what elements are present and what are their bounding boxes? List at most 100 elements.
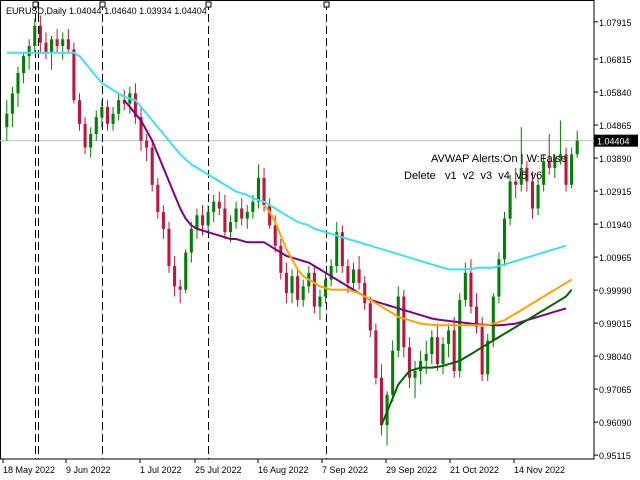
- candle-body: [173, 266, 177, 287]
- candle-body: [44, 42, 48, 53]
- candle-body: [279, 245, 283, 273]
- candle-body: [357, 269, 361, 283]
- candle-body: [89, 134, 93, 148]
- y-tick-label: 1.00965: [599, 253, 632, 263]
- candle-body: [296, 276, 300, 300]
- vwap-line-orange: [263, 204, 573, 327]
- candle-body: [284, 272, 288, 294]
- candle-body: [195, 215, 199, 229]
- candle-body: [55, 39, 59, 47]
- candle-body: [570, 154, 574, 185]
- x-tick-label: 7 Sep 2022: [322, 465, 368, 475]
- x-tick-label: 14 Nov 2022: [514, 465, 565, 475]
- candle-body: [273, 225, 277, 246]
- candle-body: [368, 303, 372, 331]
- candle-body: [413, 370, 417, 378]
- candle-body: [491, 296, 495, 341]
- candle-body: [178, 286, 182, 290]
- candle-body: [245, 211, 249, 219]
- candle-body: [318, 296, 322, 307]
- candle-body: [469, 272, 473, 307]
- candle-body: [94, 117, 98, 135]
- delete-button[interactable]: Delete: [404, 170, 436, 182]
- x-tick-label: 18 May 2022: [3, 465, 55, 475]
- candle-body: [363, 282, 367, 304]
- v5-button[interactable]: v5: [516, 170, 528, 182]
- candle-body: [33, 25, 37, 47]
- candle-body: [223, 208, 227, 233]
- candle-body: [424, 354, 428, 361]
- y-tick-label: 0.99015: [599, 319, 632, 329]
- candle-body: [10, 93, 14, 114]
- v4-button[interactable]: v4: [498, 170, 510, 182]
- y-tick-label: 0.96090: [599, 418, 632, 428]
- candle-body: [312, 272, 316, 307]
- candle-body: [351, 269, 356, 283]
- candle-body: [161, 211, 165, 229]
- candle-body: [346, 266, 350, 283]
- candle-body: [463, 272, 467, 300]
- candle-body: [575, 140, 579, 155]
- v6-button[interactable]: v6: [531, 170, 543, 182]
- x-tick-label: 9 Jun 2022: [66, 465, 111, 475]
- y-tick-label: 1.06815: [599, 55, 632, 65]
- y-tick-label: 1.01940: [599, 220, 632, 230]
- candle-body: [419, 360, 423, 371]
- candle-body: [72, 49, 76, 101]
- candle-body: [441, 343, 445, 365]
- current-price-label: 1.04404: [597, 137, 630, 147]
- chart-header: EURUSD,Daily 1.04044 1.04640 1.03934 1.0…: [6, 6, 207, 16]
- y-tick-label: 1.03890: [599, 154, 632, 164]
- candle-body: [240, 208, 244, 219]
- candle-body: [167, 228, 171, 267]
- avwap-alerts-label[interactable]: AVWAP Alerts:On | W:False: [431, 153, 567, 165]
- high-value: 1.04640: [104, 6, 137, 16]
- candle-body: [66, 39, 70, 50]
- candle-body: [508, 181, 512, 219]
- candle-body: [396, 296, 400, 351]
- candle-body: [435, 337, 439, 365]
- candle-body: [200, 215, 205, 226]
- candle-body: [391, 350, 395, 395]
- candle-body: [49, 39, 54, 53]
- candle-body: [256, 178, 260, 202]
- candle-body: [290, 276, 294, 294]
- y-tick-label: 0.98040: [599, 352, 632, 362]
- x-tick-label: 25 Jul 2022: [195, 465, 242, 475]
- v2-button[interactable]: v2: [463, 170, 475, 182]
- candle-body: [38, 25, 42, 43]
- anchor-marker-handle: [323, 1, 330, 8]
- chart-area[interactable]: 1.07915 1.06815 1.05840 1.04865 1.03890 1.029…: [0, 0, 640, 480]
- open-value: 1.04044: [69, 6, 102, 16]
- candle-body: [234, 208, 238, 223]
- candle-body: [480, 326, 484, 375]
- candle-body: [206, 211, 210, 226]
- symbol-label: EURUSD,Daily: [6, 6, 67, 16]
- candle-body: [402, 296, 406, 348]
- candle-body: [430, 337, 434, 355]
- candle-body: [189, 228, 193, 253]
- v1-button[interactable]: v1: [445, 170, 457, 182]
- candle-body: [83, 123, 87, 148]
- candle-body: [374, 330, 378, 378]
- y-tick-label: 0.99990: [599, 286, 632, 296]
- candle-body: [301, 286, 305, 300]
- candle-body: [536, 184, 540, 209]
- candle-body: [502, 218, 507, 260]
- candle-body: [111, 113, 115, 124]
- candle-body: [217, 201, 221, 209]
- candle-body: [447, 330, 451, 344]
- candle-body: [452, 330, 456, 371]
- candle-body: [117, 100, 121, 114]
- y-tick-label: 0.97065: [599, 385, 632, 395]
- y-tick-label: 1.02915: [599, 187, 632, 197]
- candle-body: [22, 56, 26, 74]
- candle-body: [212, 201, 216, 212]
- candle-body: [156, 184, 160, 212]
- candle-body: [16, 73, 20, 94]
- v3-button[interactable]: v3: [480, 170, 492, 182]
- candle-body: [100, 106, 104, 118]
- candle-body: [145, 140, 149, 148]
- candle-body: [105, 106, 109, 124]
- candle-body: [61, 39, 65, 47]
